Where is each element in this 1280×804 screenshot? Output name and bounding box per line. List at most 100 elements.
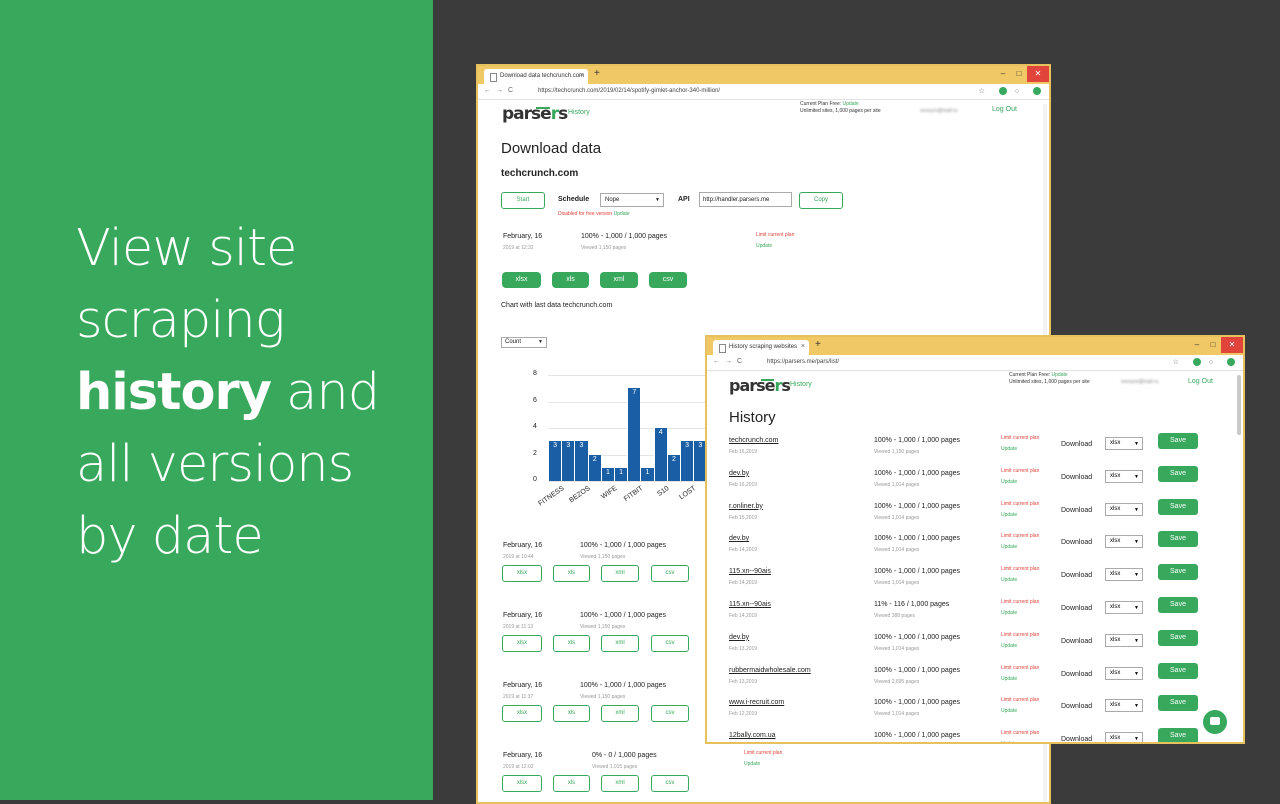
minimize-icon[interactable]: – [1189, 337, 1205, 353]
limit-link[interactable]: Limit current plan [1001, 730, 1039, 736]
format-select[interactable]: xlsx ▼ [1105, 601, 1143, 614]
site-link[interactable]: www.i-recruit.com [729, 699, 784, 706]
format-select[interactable]: xlsx ▼ [1105, 633, 1143, 647]
save-button[interactable]: Save [1158, 597, 1198, 613]
site-link[interactable]: 12bally.com.ua [729, 732, 776, 739]
site-link[interactable]: r.onliner.by [729, 503, 763, 510]
site-link[interactable]: 115.xn--90ais [729, 568, 771, 575]
save-button[interactable]: Save [1158, 433, 1198, 449]
site-link[interactable]: rubbermaidwholesale.com [729, 667, 811, 674]
plan-update-link[interactable]: Update [1052, 372, 1068, 378]
download-csv-button[interactable]: csv [651, 705, 689, 722]
download-xlsx-button[interactable]: xlsx [502, 272, 541, 288]
save-button[interactable]: Save [1158, 728, 1198, 742]
browser-tab[interactable]: Download data techcrunch.com × [484, 69, 588, 84]
history-link[interactable]: History [568, 109, 590, 116]
api-url-field[interactable]: http://handler.parsers.me [699, 192, 792, 207]
new-tab-icon[interactable]: + [594, 68, 600, 79]
download-csv-button[interactable]: csv [651, 635, 689, 652]
extension-icons[interactable]: ☆ ○ [1173, 358, 1235, 367]
minimize-icon[interactable]: – [995, 66, 1011, 82]
update-link[interactable]: Update [1001, 610, 1017, 616]
format-select[interactable]: xlsx ▼ [1105, 732, 1143, 742]
site-link[interactable]: dev.by [729, 535, 749, 542]
limit-link[interactable]: Limit current plan [1001, 435, 1039, 441]
format-select[interactable]: xlsx ▼ [1105, 469, 1143, 483]
update-link[interactable]: Update [1001, 577, 1017, 583]
maximize-icon[interactable]: □ [1011, 66, 1027, 82]
limit-link[interactable]: Limit current plan [756, 232, 794, 238]
format-select[interactable]: xlsx ▼ [1105, 535, 1143, 549]
limit-link[interactable]: Limit current plan [1001, 468, 1039, 474]
parsers-logo[interactable]: parsers [729, 376, 791, 395]
download-csv-button[interactable]: csv [651, 775, 689, 792]
nav-arrows-icon[interactable]: ←→C [713, 358, 747, 365]
download-xlsx-button[interactable]: xlsx [502, 565, 542, 582]
site-link[interactable]: 115.xn--90ais [729, 601, 771, 608]
parsers-logo[interactable]: parsers [502, 104, 568, 124]
format-select[interactable]: xlsx ▼ [1105, 666, 1143, 680]
limit-link[interactable]: Limit current plan [744, 750, 782, 756]
history-link[interactable]: History [790, 381, 812, 388]
limit-link[interactable]: Limit current plan [1001, 665, 1039, 671]
download-xls-button[interactable]: xls [553, 635, 590, 652]
limit-link[interactable]: Limit current plan [1001, 697, 1039, 703]
close-icon[interactable]: × [580, 72, 584, 79]
logout-link[interactable]: Log Out [1188, 378, 1213, 385]
download-xls-button[interactable]: xls [552, 272, 589, 288]
start-button[interactable]: Start [501, 192, 545, 209]
update-link[interactable]: Update [1001, 544, 1017, 550]
copy-button[interactable]: Copy [799, 192, 843, 209]
count-select[interactable]: Count ▼ [501, 337, 547, 348]
format-select[interactable]: xlsx ▼ [1105, 568, 1143, 582]
close-icon[interactable]: × [801, 343, 805, 350]
maximize-icon[interactable]: □ [1205, 337, 1221, 353]
update-link[interactable]: Update [756, 243, 772, 249]
new-tab-icon[interactable]: + [815, 339, 821, 350]
plan-update-link[interactable]: Update [843, 101, 859, 107]
update-link[interactable]: Update [1001, 676, 1017, 682]
update-link[interactable]: Update [1001, 741, 1017, 742]
download-xls-button[interactable]: xls [553, 705, 590, 722]
close-window-icon[interactable]: ✕ [1027, 66, 1049, 82]
schedule-select[interactable]: Nope ▼ [600, 193, 664, 207]
save-button[interactable]: Save [1158, 695, 1198, 712]
limit-link[interactable]: Limit current plan [1001, 566, 1039, 572]
save-button[interactable]: Save [1158, 662, 1198, 679]
download-xml-button[interactable]: xml [600, 272, 638, 288]
close-window-icon[interactable]: ✕ [1221, 337, 1243, 353]
download-xml-button[interactable]: xml [601, 705, 639, 722]
limit-link[interactable]: Limit current plan [1001, 632, 1039, 638]
format-select[interactable]: xlsx ▼ [1105, 699, 1143, 713]
download-xlsx-button[interactable]: xlsx [502, 775, 542, 792]
download-xml-button[interactable]: xml [601, 635, 639, 652]
download-xlsx-button[interactable]: xlsx [502, 635, 542, 652]
url-field[interactable]: https://techcrunch.com/2019/02/14/spotif… [538, 88, 720, 94]
update-link[interactable]: Update [744, 761, 760, 767]
update-link[interactable]: Update [1001, 512, 1017, 518]
download-xml-button[interactable]: xml [601, 775, 639, 792]
download-xml-button[interactable]: xml [601, 565, 639, 582]
update-link[interactable]: Update [1001, 708, 1017, 714]
format-select[interactable]: xlsx ▼ [1105, 437, 1143, 450]
update-link[interactable]: Update [1001, 643, 1017, 649]
save-button[interactable]: Save [1158, 564, 1198, 581]
browser-tab[interactable]: History scraping websites × [713, 340, 809, 355]
scrollbar-thumb[interactable] [1237, 375, 1241, 435]
limit-link[interactable]: Limit current plan [1001, 533, 1039, 539]
download-xls-button[interactable]: xls [553, 775, 590, 792]
update-link[interactable]: Update [1001, 446, 1017, 452]
save-button[interactable]: Save [1158, 531, 1198, 548]
format-select[interactable]: xlsx ▼ [1105, 502, 1143, 516]
save-button[interactable]: Save [1158, 498, 1198, 515]
download-csv-button[interactable]: csv [651, 565, 689, 582]
url-field[interactable]: https://parsers.me/pars/list/ [767, 359, 839, 365]
disabled-update-link[interactable]: Update [614, 211, 630, 217]
extension-icons[interactable]: ☆ ○ [979, 87, 1041, 96]
nav-arrows-icon[interactable]: ←→C [484, 87, 518, 94]
download-xls-button[interactable]: xls [553, 565, 590, 582]
update-link[interactable]: Update [1001, 479, 1017, 485]
site-link[interactable]: dev.by [729, 634, 749, 641]
site-link[interactable]: techcrunch.com [729, 437, 778, 444]
download-csv-button[interactable]: csv [649, 272, 687, 288]
